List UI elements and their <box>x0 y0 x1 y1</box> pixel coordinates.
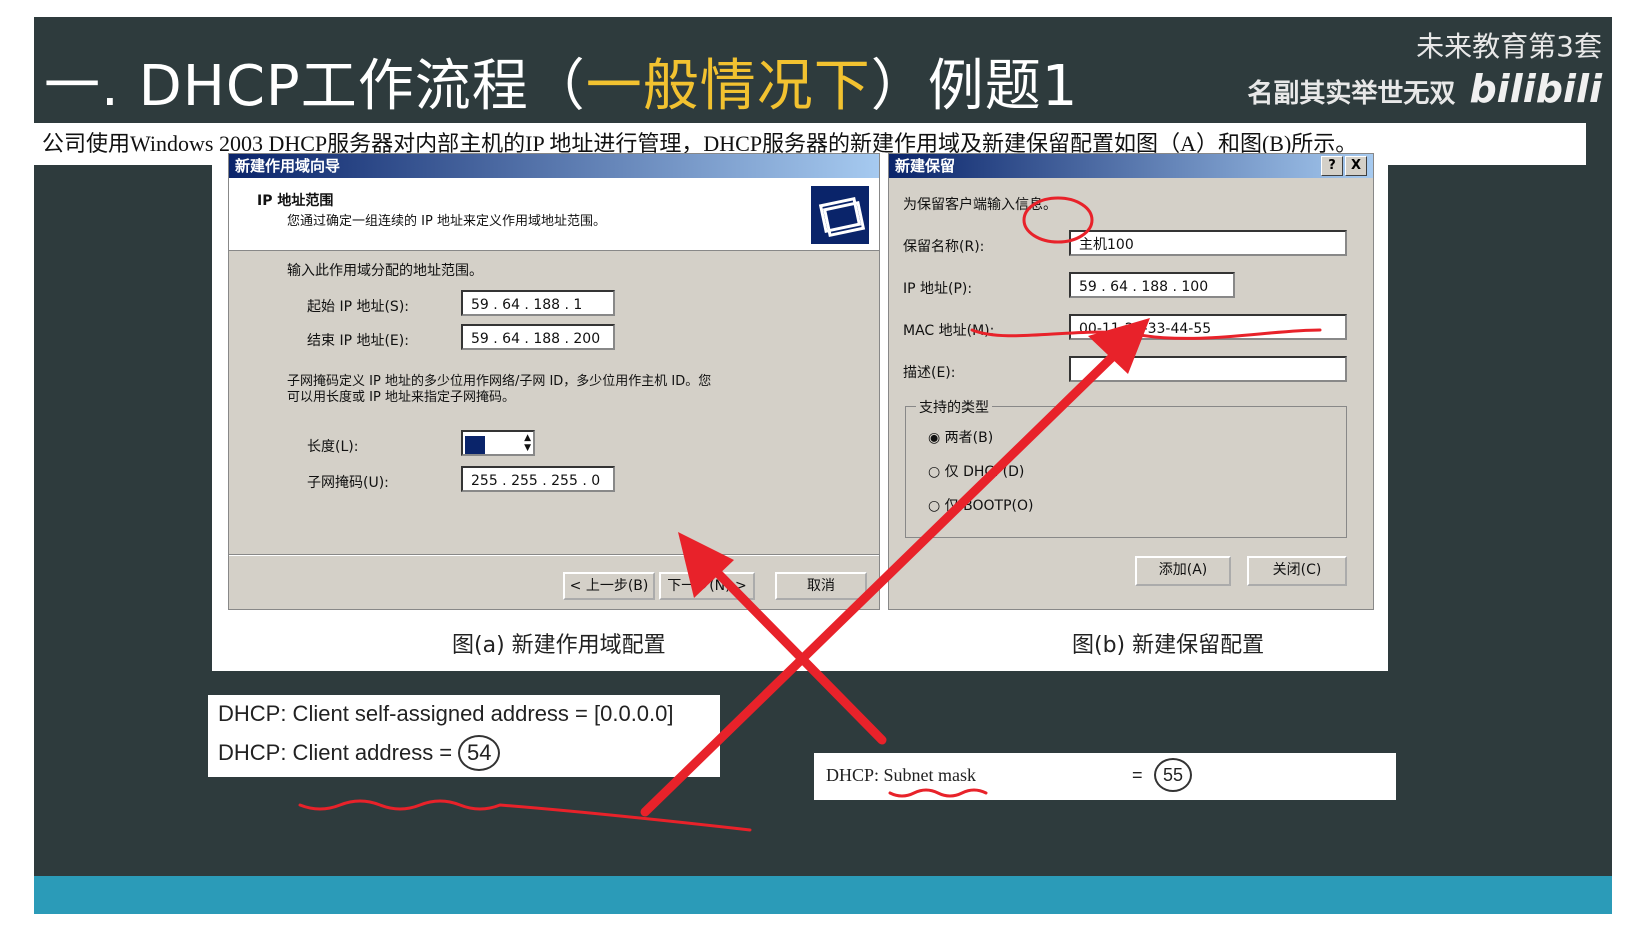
add-button[interactable]: 添加(A) <box>1135 556 1231 586</box>
supported-types-group: 支持的类型 ◉ 两者(B) ○ 仅 DHCP(D) ○ 仅 BOOTP(O) <box>905 397 1347 538</box>
title-highlight: 一般情况下 <box>585 54 871 119</box>
length-value <box>465 436 485 454</box>
back-button[interactable]: < 上一步(B) <box>563 572 655 600</box>
client-address-line: DHCP: Client address = 54 <box>218 735 501 771</box>
subnet-mask-input[interactable]: 255 . 255 . 255 . 0 <box>461 466 615 492</box>
range-prompt: 输入此作用域分配的地址范围。 <box>287 263 483 279</box>
start-ip-label: 起始 IP 地址(S): <box>307 299 409 315</box>
end-ip-input[interactable]: 59 . 64 . 188 . 200 <box>461 324 615 350</box>
radio-both-label: 两者(B) <box>944 430 994 446</box>
dialog-b-title: 新建保留 <box>895 157 956 175</box>
help-button[interactable]: ? <box>1321 156 1343 176</box>
reservation-name-input[interactable]: 主机100 <box>1069 230 1347 256</box>
title-suffix: ）例题1 <box>870 54 1079 119</box>
supported-types-label: 支持的类型 <box>916 397 992 417</box>
reservation-ip-input[interactable]: 59 . 64 . 188 . 100 <box>1069 272 1235 298</box>
subnet-mask-eq: = <box>1132 765 1143 785</box>
start-ip-input[interactable]: 59 . 64 . 188 . 1 <box>461 290 615 316</box>
capture-snippet-client-address: DHCP: Client self-assigned address = [0.… <box>208 695 720 777</box>
radio-empty-icon[interactable]: ○ <box>928 498 940 514</box>
subnet-mask-line-label: DHCP: Subnet mask <box>826 765 977 785</box>
description-input[interactable] <box>1069 356 1347 382</box>
blank-54-circle: 54 <box>458 735 501 771</box>
dialog-a-titlebar: 新建作用域向导 <box>229 154 879 178</box>
folder-icon <box>811 186 869 244</box>
figures-panel: 新建作用域向导 IP 地址范围 您通过确定一组连续的 IP 地址来定义作用域地址… <box>212 153 1388 671</box>
wizard-header: IP 地址范围 您通过确定一组连续的 IP 地址来定义作用域地址范围。 <box>229 178 879 251</box>
bilibili-logo: bilibili <box>1469 67 1602 111</box>
reservation-name-label: 保留名称(R): <box>903 239 985 255</box>
reservation-ip-label: IP 地址(P): <box>903 281 973 297</box>
watermark: 未来教育第3套 名副其实举世无双 bilibili <box>1247 25 1602 111</box>
subnet-mask-label: 子网掩码(U): <box>307 475 389 491</box>
new-reservation-dialog: 新建保留 ? X 为保留客户端输入信息。 保留名称(R): 主机100 IP 地… <box>888 153 1374 610</box>
brand-line2: 名副其实举世无双 <box>1247 79 1456 109</box>
close-icon[interactable]: X <box>1345 156 1367 176</box>
self-assigned-line: DHCP: Client self-assigned address = [0.… <box>218 701 674 726</box>
wizard-separator <box>229 554 879 556</box>
mac-address-input[interactable]: 00-11-22-33-44-55 <box>1069 314 1347 340</box>
brand-line1: 未来教育第3套 <box>1416 30 1602 63</box>
mask-desc-line2: 可以用长度或 IP 地址来指定子网掩码。 <box>287 390 515 405</box>
folder-icon-svg <box>818 196 866 238</box>
radio-dhcp-label: 仅 DHCP(D) <box>944 464 1025 480</box>
capture-snippet-subnet-mask: DHCP: Subnet mask = 55 <box>814 753 1396 800</box>
footer-bar <box>34 876 1612 914</box>
radio-both[interactable]: ◉ 两者(B) <box>928 427 993 447</box>
mac-address-label: MAC 地址(M): <box>903 323 995 339</box>
reservation-prompt: 为保留客户端输入信息。 <box>903 197 1057 213</box>
spinner-arrows-icon[interactable]: ▲ ▼ <box>524 433 531 453</box>
close-button[interactable]: 关闭(C) <box>1247 556 1347 586</box>
radio-empty-icon[interactable]: ○ <box>928 464 940 480</box>
brand-line2-row: 名副其实举世无双 bilibili <box>1247 67 1602 111</box>
blank-55-circle: 55 <box>1154 758 1192 792</box>
cancel-button[interactable]: 取消 <box>775 572 867 600</box>
wizard-header-desc: 您通过确定一组连续的 IP 地址来定义作用域地址范围。 <box>287 214 606 229</box>
description-label: 描述(E): <box>903 365 956 381</box>
length-spinner[interactable]: ▲ ▼ <box>461 430 535 456</box>
client-address-label: DHCP: Client address = <box>218 740 453 765</box>
next-button[interactable]: 下一步(N) > <box>659 572 755 600</box>
radio-bootp-label: 仅 BOOTP(O) <box>944 498 1034 514</box>
end-ip-label: 结束 IP 地址(E): <box>307 333 409 349</box>
dialog-b-titlebar: 新建保留 ? X <box>889 154 1373 178</box>
radio-selected-icon[interactable]: ◉ <box>928 430 940 446</box>
radio-dhcp-only[interactable]: ○ 仅 DHCP(D) <box>928 461 1024 481</box>
new-scope-wizard-dialog: 新建作用域向导 IP 地址范围 您通过确定一组连续的 IP 地址来定义作用域地址… <box>228 153 880 610</box>
figure-b-caption: 图(b) 新建保留配置 <box>1072 633 1265 658</box>
wizard-header-title: IP 地址范围 <box>257 193 334 209</box>
title-prefix: 一. DHCP工作流程（ <box>44 54 586 119</box>
radio-bootp-only[interactable]: ○ 仅 BOOTP(O) <box>928 495 1033 515</box>
figure-a-caption: 图(a) 新建作用域配置 <box>452 633 666 658</box>
length-label: 长度(L): <box>307 439 359 455</box>
slide-title: 一. DHCP工作流程（一般情况下）例题1 <box>44 41 1078 122</box>
